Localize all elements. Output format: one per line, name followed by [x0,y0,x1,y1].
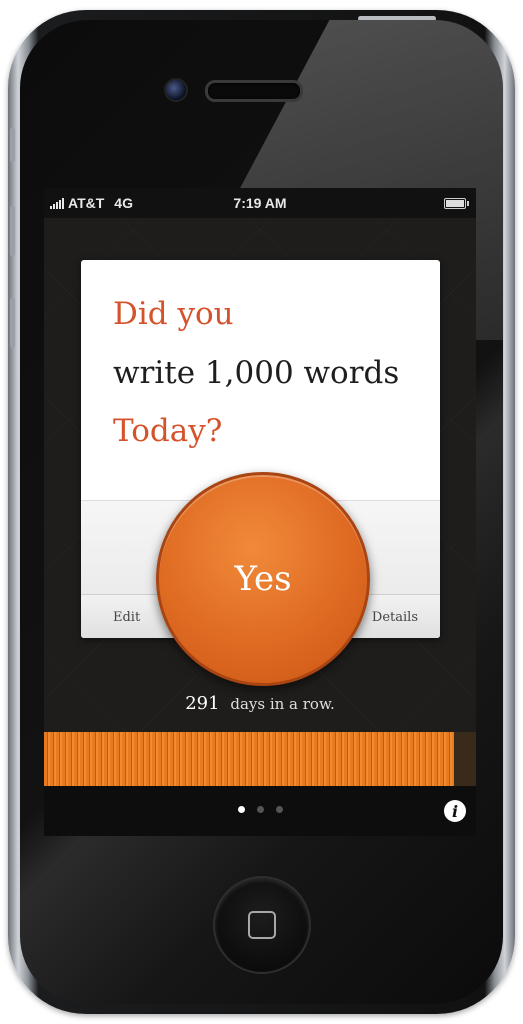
mute-switch [10,128,15,162]
yes-button-label: Yes [234,559,292,599]
question-line-3: Today? [113,413,223,449]
app-screen: AT&T 4G 7:19 AM Did you write 1,000 word… [44,188,476,836]
question-line-2: write 1,000 words [113,355,400,391]
page-dot[interactable] [256,806,264,813]
streak-text: 291 days in a row. [44,693,476,714]
edit-button[interactable]: Edit [113,610,140,625]
home-button-icon [248,911,276,939]
status-bar: AT&T 4G 7:19 AM [44,188,476,218]
volume-down-button [10,298,15,348]
streak-progress-fill [44,732,455,786]
battery-icon [444,198,469,209]
yes-button[interactable]: Yes [156,472,370,686]
page-dot[interactable] [275,806,283,813]
status-time: 7:19 AM [233,195,287,211]
info-button-label: i [451,801,459,821]
volume-up-button [10,206,15,256]
page-dot[interactable] [237,806,245,813]
streak-count: 291 [185,693,220,714]
page-indicator[interactable] [44,806,476,813]
streak-label: days in a row. [230,695,335,713]
info-icon[interactable]: i [444,800,466,822]
front-camera [164,78,188,102]
home-button[interactable] [213,876,311,974]
details-button[interactable]: Details [372,610,418,625]
bottom-bar: i [44,786,476,836]
earpiece-speaker [205,80,303,102]
question-line-1: Did you [113,296,234,332]
streak-progress-bar [44,732,476,786]
